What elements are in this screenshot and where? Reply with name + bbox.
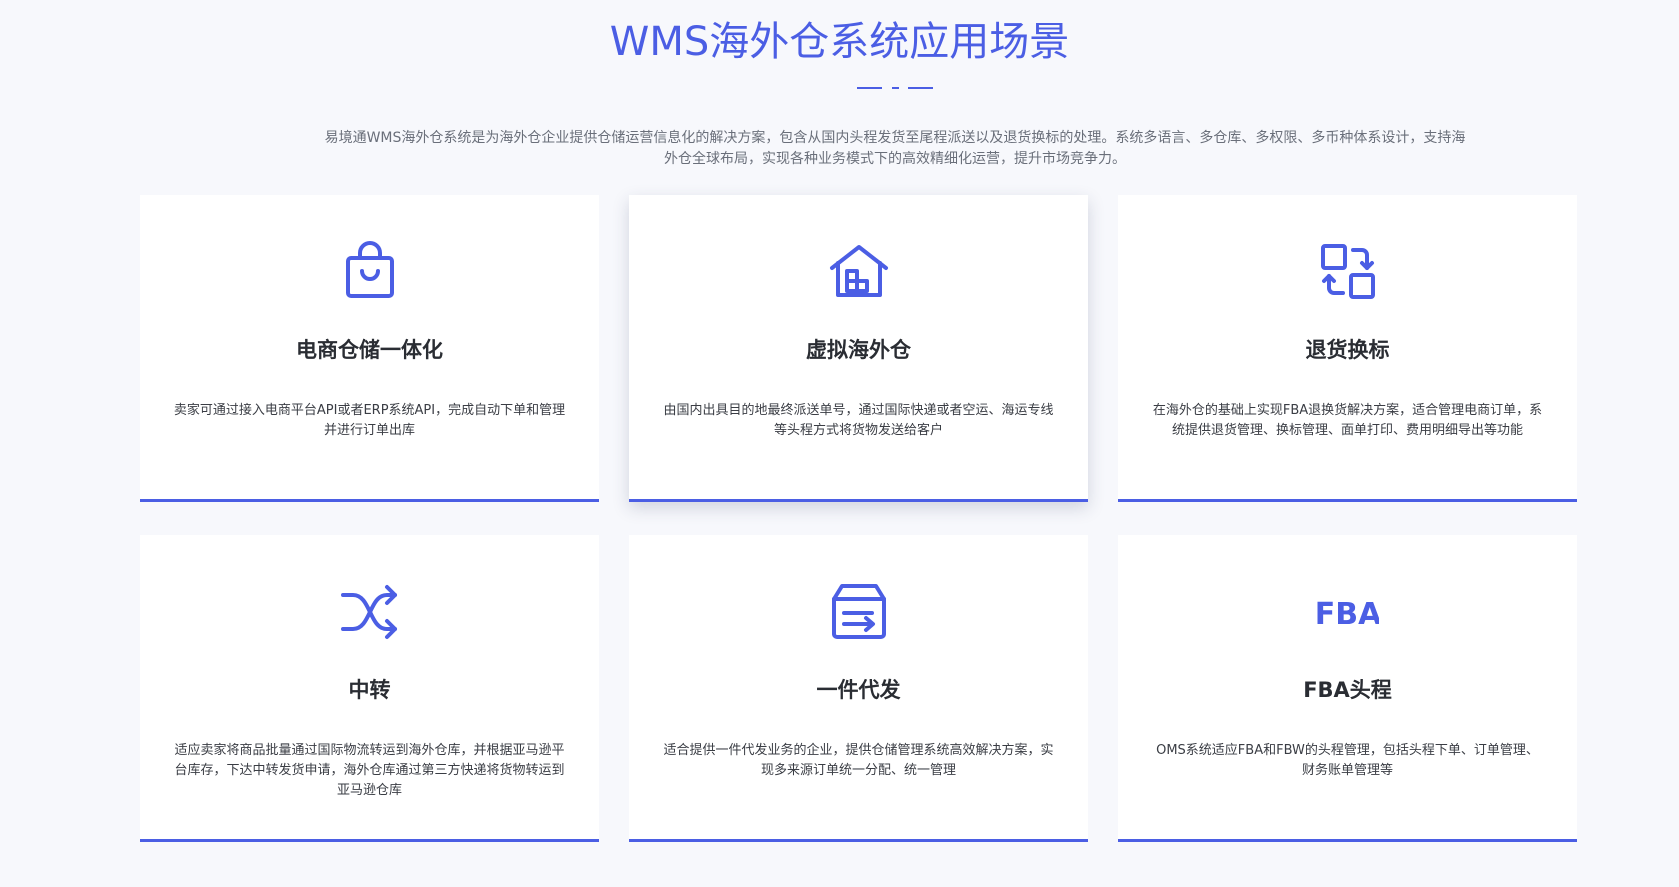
scenario-card-fba-first-leg[interactable]: FBA FBA头程 OMS系统适应FBA和FBW的头程管理，包括头程下单、订单管… (1118, 535, 1577, 842)
fba-logo-text: FBA (1317, 597, 1379, 632)
card-description: 由国内出具目的地最终派送单号，通过国际快递或者空运、海运专线等头程方式将货物发送… (663, 403, 1054, 438)
card-title: FBA头程 (1303, 678, 1392, 702)
warehouse-home-icon (828, 241, 890, 303)
section-intro: 易境通WMS海外仓系统是为海外仓企业提供仓储运营信息化的解决方案，包含从国内头程… (324, 130, 1466, 167)
fba-logo-icon: FBA (1317, 581, 1379, 643)
shopping-bag-icon (339, 241, 401, 303)
section-title: WMS海外仓系统应用场景 (609, 19, 1070, 65)
card-title: 中转 (348, 678, 391, 702)
card-title: 电商仓储一体化 (296, 338, 443, 362)
card-description: OMS系统适应FBA和FBW的头程管理，包括头程下单、订单管理、财务账单管理等 (1156, 743, 1539, 778)
card-title: 退货换标 (1305, 338, 1390, 362)
scenario-card-virtual-overseas-warehouse[interactable]: 虚拟海外仓 由国内出具目的地最终派送单号，通过国际快递或者空运、海运专线等头程方… (629, 195, 1088, 502)
scenario-card-transfer[interactable]: 中转 适应卖家将商品批量通过国际物流转运到海外仓库，并根据亚马逊平台库存，下达中… (140, 535, 599, 842)
scenario-card-return-relabel[interactable]: 退货换标 在海外仓的基础上实现FBA退换货解决方案，适合管理电商订单，系统提供退… (1118, 195, 1577, 502)
card-description: 适应卖家将商品批量通过国际物流转运到海外仓库，并根据亚马逊平台库存，下达中转发货… (174, 743, 565, 798)
exchange-swap-icon (1317, 241, 1379, 303)
scenario-card-ecommerce-warehouse[interactable]: 电商仓储一体化 卖家可通过接入电商平台API或者ERP系统API，完成自动下单和… (140, 195, 599, 502)
inbox-dispatch-icon (828, 581, 890, 643)
card-description: 卖家可通过接入电商平台API或者ERP系统API，完成自动下单和管理并进行订单出… (173, 403, 566, 438)
card-title: 一件代发 (816, 678, 901, 702)
card-description: 适合提供一件代发业务的企业，提供仓储管理系统高效解决方案，实现多来源订单统一分配… (663, 743, 1054, 778)
title-decoration (857, 87, 933, 90)
scenario-card-dropshipping[interactable]: 一件代发 适合提供一件代发业务的企业，提供仓储管理系统高效解决方案，实现多来源订… (629, 535, 1088, 842)
shuffle-transfer-icon (339, 581, 401, 643)
card-description: 在海外仓的基础上实现FBA退换货解决方案，适合管理电商订单，系统提供退货管理、换… (1152, 403, 1543, 438)
card-title: 虚拟海外仓 (806, 338, 911, 362)
